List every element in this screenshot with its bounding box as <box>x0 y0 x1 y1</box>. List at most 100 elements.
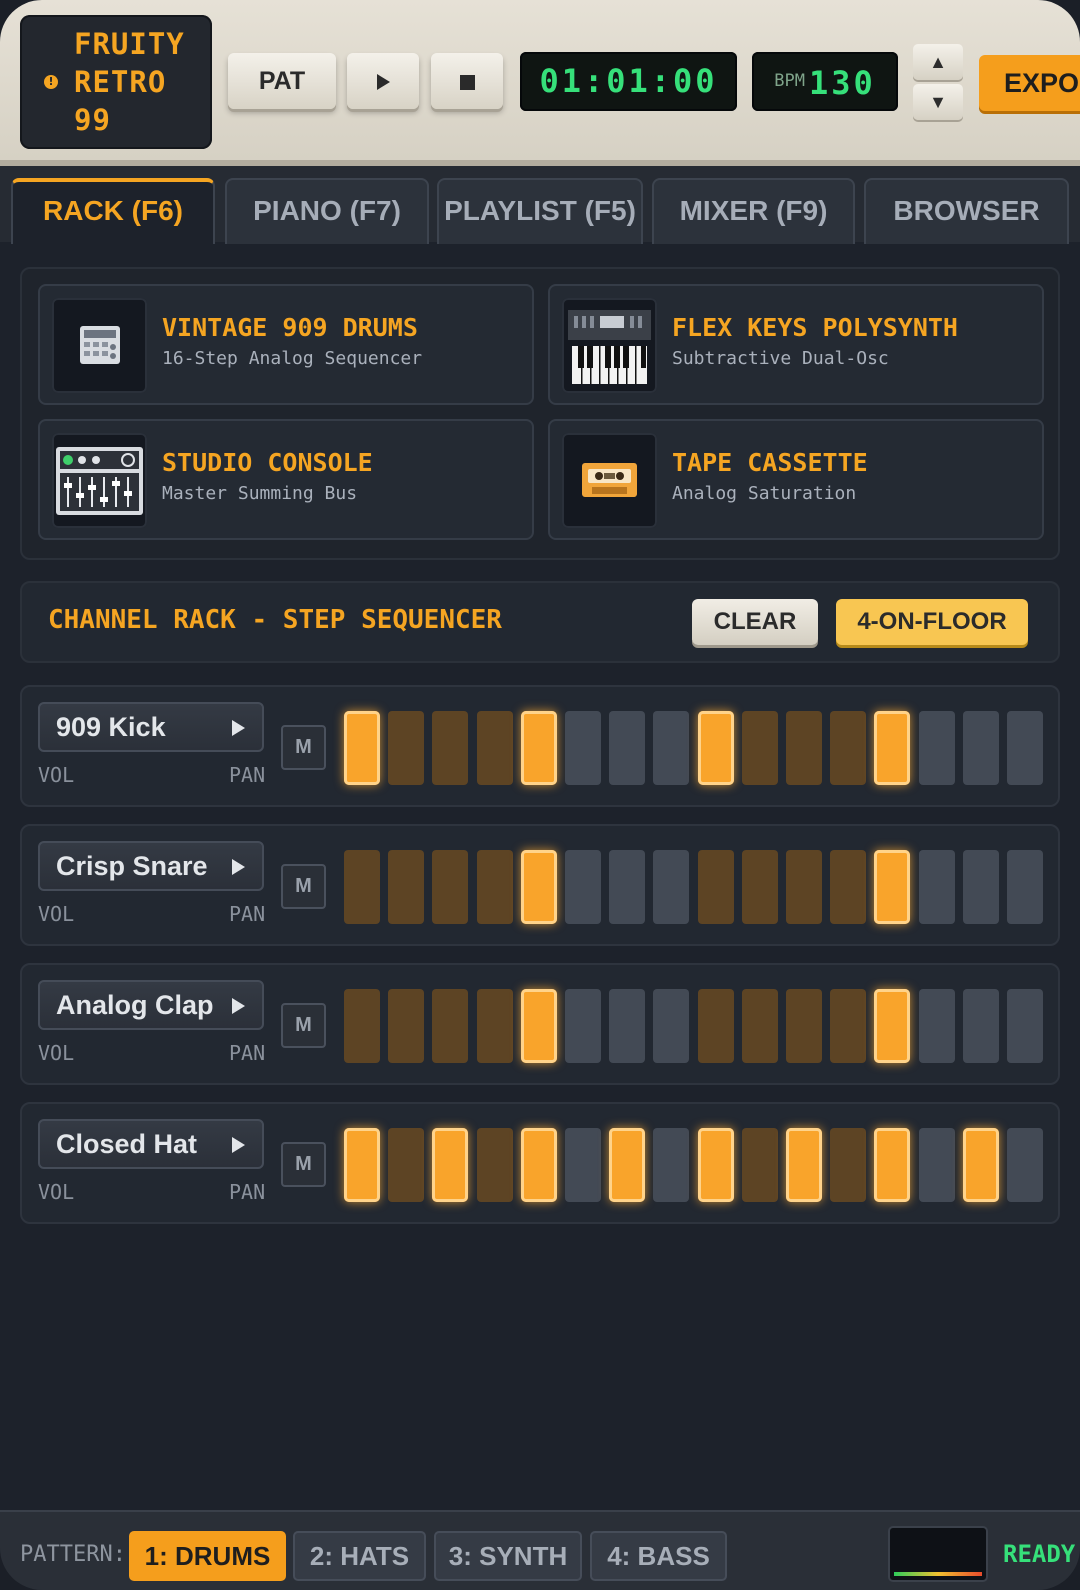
step-pad-active[interactable] <box>698 711 734 785</box>
step-pad[interactable] <box>698 989 734 1063</box>
step-pad[interactable] <box>388 1128 424 1202</box>
step-pad[interactable] <box>1007 850 1043 924</box>
step-pad-active[interactable] <box>786 1128 822 1202</box>
step-pad-active[interactable] <box>521 711 557 785</box>
volume-knob[interactable]: VOL <box>38 902 74 926</box>
step-pad[interactable] <box>786 711 822 785</box>
step-pad[interactable] <box>919 711 955 785</box>
step-pad[interactable] <box>388 850 424 924</box>
bpm-down-button[interactable]: ▼ <box>913 84 963 120</box>
mute-button[interactable]: M <box>281 725 326 770</box>
step-pad-active[interactable] <box>963 1128 999 1202</box>
step-pad[interactable] <box>432 989 468 1063</box>
step-pad-active[interactable] <box>344 711 380 785</box>
tab-browser[interactable]: BROWSER <box>864 178 1069 244</box>
channel-name-button[interactable]: Closed Hat <box>38 1119 264 1169</box>
step-pad[interactable] <box>742 1128 778 1202</box>
volume-knob[interactable]: VOL <box>38 763 74 787</box>
step-pad[interactable] <box>609 850 645 924</box>
four-on-floor-button[interactable]: 4-ON-FLOOR <box>836 599 1028 645</box>
step-pad[interactable] <box>477 850 513 924</box>
pan-knob[interactable]: PAN <box>229 902 265 926</box>
step-pad[interactable] <box>388 711 424 785</box>
step-pad-active[interactable] <box>874 989 910 1063</box>
step-pad[interactable] <box>963 711 999 785</box>
step-pad-active[interactable] <box>874 850 910 924</box>
channel-name-button[interactable]: Analog Clap <box>38 980 264 1030</box>
step-pad[interactable] <box>830 850 866 924</box>
step-pad[interactable] <box>830 711 866 785</box>
step-pad-active[interactable] <box>874 711 910 785</box>
step-pad-active[interactable] <box>432 1128 468 1202</box>
stop-button[interactable] <box>431 53 503 109</box>
step-pad[interactable] <box>344 850 380 924</box>
export-button[interactable]: EXPO <box>979 55 1080 111</box>
mute-button[interactable]: M <box>281 864 326 909</box>
step-pad[interactable] <box>742 989 778 1063</box>
pattern-button-drums[interactable]: 1: DRUMS <box>129 1531 286 1581</box>
step-pad[interactable] <box>963 850 999 924</box>
step-pad[interactable] <box>1007 711 1043 785</box>
step-pad-active[interactable] <box>521 850 557 924</box>
volume-knob[interactable]: VOL <box>38 1180 74 1204</box>
step-pad[interactable] <box>919 989 955 1063</box>
tab-rack[interactable]: RACK (F6) <box>11 178 215 244</box>
step-pad[interactable] <box>432 711 468 785</box>
step-pad[interactable] <box>388 989 424 1063</box>
step-pad[interactable] <box>344 989 380 1063</box>
channel-name-button[interactable]: 909 Kick <box>38 702 264 752</box>
step-pad[interactable] <box>963 989 999 1063</box>
pan-knob[interactable]: PAN <box>229 1180 265 1204</box>
pattern-button-bass[interactable]: 4: BASS <box>590 1531 727 1581</box>
volume-knob[interactable]: VOL <box>38 1041 74 1065</box>
plugin-card[interactable]: STUDIO CONSOLE Master Summing Bus <box>38 419 534 540</box>
step-pad[interactable] <box>565 1128 601 1202</box>
plugin-card[interactable]: TAPE CASSETTE Analog Saturation <box>548 419 1044 540</box>
step-pad[interactable] <box>919 1128 955 1202</box>
step-pad-active[interactable] <box>698 1128 734 1202</box>
mute-button[interactable]: M <box>281 1003 326 1048</box>
step-pad[interactable] <box>698 850 734 924</box>
step-pad[interactable] <box>1007 989 1043 1063</box>
step-pad[interactable] <box>565 850 601 924</box>
mute-button[interactable]: M <box>281 1142 326 1187</box>
step-pad[interactable] <box>477 989 513 1063</box>
step-pad[interactable] <box>653 1128 689 1202</box>
step-pad-active[interactable] <box>874 1128 910 1202</box>
step-pad[interactable] <box>786 989 822 1063</box>
step-pad[interactable] <box>919 850 955 924</box>
step-pad[interactable] <box>742 850 778 924</box>
step-pad[interactable] <box>830 989 866 1063</box>
step-pad-active[interactable] <box>521 989 557 1063</box>
step-pad[interactable] <box>742 711 778 785</box>
bpm-display[interactable]: BPM 130 <box>752 52 898 111</box>
bpm-up-button[interactable]: ▲ <box>913 44 963 80</box>
step-pad-active[interactable] <box>609 1128 645 1202</box>
step-pad[interactable] <box>565 711 601 785</box>
play-button[interactable] <box>347 53 419 109</box>
pattern-button-synth[interactable]: 3: SYNTH <box>434 1531 582 1581</box>
step-pad[interactable] <box>653 989 689 1063</box>
step-pad-active[interactable] <box>521 1128 557 1202</box>
step-pad[interactable] <box>653 850 689 924</box>
step-pad[interactable] <box>477 711 513 785</box>
clear-button[interactable]: CLEAR <box>692 599 818 645</box>
step-pad-active[interactable] <box>344 1128 380 1202</box>
step-pad[interactable] <box>786 850 822 924</box>
plugin-card[interactable]: VINTAGE 909 DRUMS 16-Step Analog Sequenc… <box>38 284 534 405</box>
tab-playlist[interactable]: PLAYLIST (F5) <box>437 178 643 244</box>
step-pad[interactable] <box>830 1128 866 1202</box>
step-pad[interactable] <box>609 711 645 785</box>
step-pad[interactable] <box>565 989 601 1063</box>
pan-knob[interactable]: PAN <box>229 1041 265 1065</box>
plugin-card[interactable]: FLEX KEYS POLYSYNTH Subtractive Dual-Osc <box>548 284 1044 405</box>
pattern-mode-button[interactable]: PAT <box>228 53 336 109</box>
channel-name-button[interactable]: Crisp Snare <box>38 841 264 891</box>
pattern-button-hats[interactable]: 2: HATS <box>293 1531 426 1581</box>
step-pad[interactable] <box>1007 1128 1043 1202</box>
step-pad[interactable] <box>653 711 689 785</box>
step-pad[interactable] <box>432 850 468 924</box>
step-pad[interactable] <box>477 1128 513 1202</box>
step-pad[interactable] <box>609 989 645 1063</box>
tab-piano[interactable]: PIANO (F7) <box>225 178 429 244</box>
